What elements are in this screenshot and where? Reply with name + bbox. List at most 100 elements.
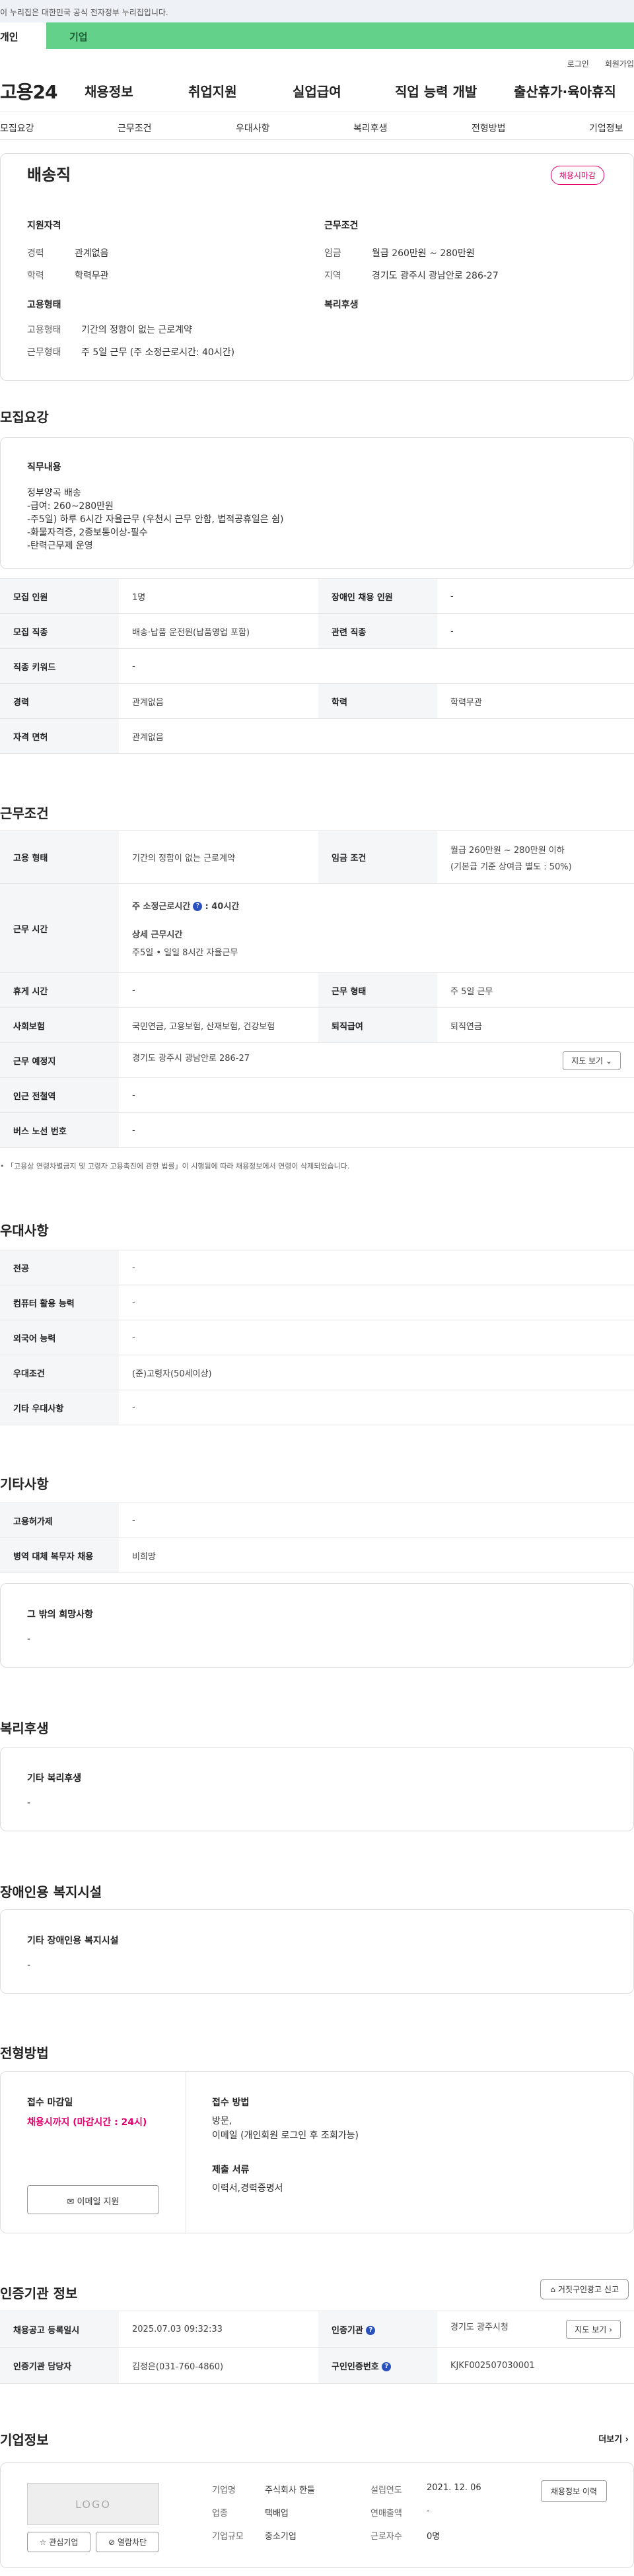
table-row: 고용 형태 기간의 정함이 없는 근로계약 임금 조건 월급 260만원 ~ 2… [0,830,634,884]
sales-value: - [427,2506,430,2516]
founded-label: 설립연도 [370,2486,402,2495]
screening-section-title: 전형방법 [0,2045,49,2061]
employment-title: 고용형태 [27,300,61,310]
wage-label: 임금 [324,248,341,259]
signup-link[interactable]: 회원가입 [605,58,634,70]
company-info: 기업명 주식회사 한들 설립연도 2021. 12. 06 업종 택배업 연매출… [212,2483,481,2542]
sales-label: 연매출액 [370,2509,402,2519]
table-row: 인증기관 담당자 김정은(031-760-4860) 구인인증번호 ? KJKF… [0,2347,634,2384]
report-button[interactable]: ⌂ 거짓구인광고 신고 [540,2279,629,2299]
table-header: 근무 예정지 [0,1042,119,1078]
deadline-value: 채용시까지 (마감시간 : 24시) [27,2117,147,2128]
subtab-welfare[interactable]: 복리후생 [353,121,388,135]
method-title: 접수 방법 [212,2097,250,2108]
block-button[interactable]: ⊘ 열람차단 [96,2532,159,2552]
duty-line: -탄력근무제 운영 [27,541,93,551]
more-label: 더보기 [598,2435,623,2445]
gnb-item-support[interactable]: 취업지원 [188,81,237,100]
disabled-box: 기타 장애인용 복지시설 - [0,1909,634,1994]
table-row: 채용공고 등록일시 2025.07.03 09:32:33 인증기관 ? 경기도… [0,2311,634,2348]
subtab-condition[interactable]: 근무조건 [118,121,152,135]
history-button[interactable]: 채용정보 이력 [540,2480,607,2502]
wage-line: 월급 260만원 ~ 280만원 이하 [450,845,565,856]
site-logo[interactable]: 고용24 [0,78,83,104]
table-header: 휴게 시간 [0,972,119,1008]
location-value: 경기도 광주시 광남안로 286-27 [132,1053,250,1064]
company-name-label: 기업명 [212,2486,236,2495]
condition-section-title: 근무조건 [0,805,49,821]
qualification-block: 지원자격 경력 관계없음 학력 학력무관 [27,219,304,282]
work-form-label: 근무형태 [27,347,61,358]
global-nav: 고용24 채용정보 취업지원 실업급여 직업 능력 개발 출산휴가·육아휴직 [0,70,634,112]
docs-title: 제출 서류 [212,2165,250,2175]
report-button-label: 거짓구인광고 신고 [557,2285,619,2294]
wage-value: 월급 260만원 ~ 280만원 [372,248,475,259]
gnb-item-leave[interactable]: 출산휴가·육아휴직 [514,81,616,100]
util-menu: 로그인 회원가입 [0,49,634,70]
employees-value: 0명 [427,2532,440,2542]
table-header: 고용 형태 [0,830,119,884]
email-apply-button[interactable]: ✉ 이메일 지원 [27,2185,159,2214]
gov-banner: 이 누리집은 대한민국 공식 전자정부 누리집입니다. [0,0,634,22]
table-row: 근무 시간 주 소정근로시간 ? : 40시간 상세 근무시간 주5일 • 일일… [0,883,634,973]
age-note-text: 「고용상 연령차별금지 및 고령자 고용촉진에 관한 법률」이 시행됨에 따라 … [7,1162,350,1170]
cert-map-button[interactable]: 지도 보기 › [566,2319,621,2339]
table-cell: - [119,1112,634,1148]
table-header: 인근 전철역 [0,1077,119,1113]
table-header: 임금 조건 [318,830,437,884]
table-row: 외국어 능력 - [0,1320,634,1355]
education-label: 학력 [27,271,44,281]
table-cell: 관계없음 [119,718,634,754]
company-logo: LOGO [27,2483,159,2525]
table-header: 사회보험 [0,1007,119,1043]
subtab-recruit[interactable]: 모집요강 [0,121,34,135]
table-cell: - [119,972,318,1008]
table-cell: 기간의 정함이 없는 근로계약 [119,830,318,884]
table-row: 기타 우대사항 - [0,1390,634,1425]
table-header: 자격 면허 [0,718,119,754]
table-header: 인증기관 ? [318,2311,437,2348]
career-label: 경력 [27,248,44,259]
gnb-item-training[interactable]: 직업 능력 개발 [395,81,477,100]
interest-button[interactable]: ☆ 관심기업 [27,2532,90,2552]
education-value: 학력무관 [75,271,109,281]
subtab-company[interactable]: 기업정보 [589,121,623,135]
subtab-screening[interactable]: 전형방법 [472,121,506,135]
disabled-sub-title: 기타 장애인용 복지시설 [27,1936,119,1946]
login-link[interactable]: 로그인 [567,58,589,70]
table-header: 인증기관 담당자 [0,2347,119,2384]
table-header: 근무 형태 [318,972,437,1008]
qualification-title: 지원자격 [27,220,61,231]
gnb-item-benefits[interactable]: 실업급여 [293,81,341,100]
table-header: 모집 인원 [0,578,119,614]
tab-personal[interactable]: 개인 [0,22,46,49]
map-button[interactable]: 지도 보기 ⌄ [563,1050,621,1070]
info-icon[interactable]: ? [366,2326,376,2335]
duty-box: 직무내용 정부양곡 배송 -급여: 260~280만원 -주5일) 하루 6시간… [0,437,634,569]
info-icon[interactable]: ? [382,2362,392,2371]
prefer-table: 전공 - 컴퓨터 활용 능력 - 외국어 능력 - 우대조건 (준)고령자(50세이상)… [0,1250,634,1425]
more-link[interactable]: 더보기 › [598,2432,629,2445]
table-row: 컴퓨터 활용 능력 - [0,1285,634,1320]
table-row: 사회보험 국민연금, 고용보험, 산재보험, 건강보험 퇴직급여 퇴직연금 [0,1007,634,1043]
gnb-item-jobs[interactable]: 채용정보 [85,81,133,100]
detail-hours-value: 주5일 • 일일 8시간 자율근무 [132,947,238,958]
table-cell: - [119,1390,634,1425]
table-row: 경력 관계없음 학력 학력무관 [0,683,634,719]
table-header: 우대조건 [0,1355,119,1390]
table-header: 기타 우대사항 [0,1390,119,1425]
table-header: 버스 노선 번호 [0,1112,119,1148]
subtab-prefer[interactable]: 우대사항 [236,121,270,135]
map-button-label: 지도 보기 [571,1056,604,1066]
table-header: 병역 대체 복무자 채용 [0,1538,119,1573]
tab-business[interactable]: 기업 [46,22,88,49]
duty-title: 직무내용 [27,462,61,473]
info-icon[interactable]: ? [193,902,203,911]
table-cell: 월급 260만원 ~ 280만원 이하 (기본급 기준 상여금 별도 : 50%… [437,830,634,884]
table-header: 구인인증번호 ? [318,2347,437,2384]
etc-section-title: 기타사항 [0,1476,49,1492]
table-cell: - [119,1250,634,1285]
etc-table: 고용허가제 - 병역 대체 복무자 채용 비희망 [0,1503,634,1573]
duty-line: -급여: 260~280만원 [27,501,114,512]
table-cell: 배송·납품 운전원(납품영업 포함) [119,613,318,649]
